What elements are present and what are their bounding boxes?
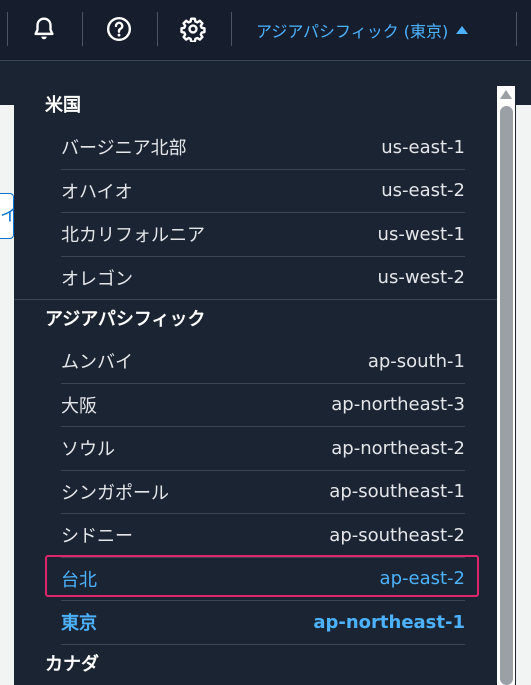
scrollbar-thumb[interactable] <box>500 106 513 685</box>
region-name: シドニー <box>61 526 133 548</box>
region-name: ソウル <box>61 439 115 461</box>
page-background-right <box>516 105 531 685</box>
region-group-heading: カナダ <box>45 653 99 675</box>
region-option[interactable]: シドニー ap-southeast-2 <box>61 514 465 558</box>
caret-up-icon <box>456 26 469 34</box>
region-code: us-west-1 <box>377 223 465 245</box>
region-code: us-east-1 <box>381 136 465 158</box>
region-selector-button[interactable]: アジアパシフィック (東京) <box>256 17 469 43</box>
region-name: オレゴン <box>61 268 133 290</box>
region-group-heading: アジアパシフィック <box>14 299 497 340</box>
region-code: ap-southeast-1 <box>329 481 465 503</box>
region-group-heading: 米国 <box>45 95 81 116</box>
region-option-selected[interactable]: 東京 ap-northeast-1 <box>61 601 465 645</box>
divider <box>82 12 83 46</box>
region-code: us-east-2 <box>381 180 465 202</box>
region-name: オハイオ <box>61 181 133 203</box>
region-name: バージニア北部 <box>61 138 187 160</box>
partial-page-link[interactable]: イ <box>0 193 14 239</box>
region-name: 大阪 <box>61 395 97 417</box>
region-option[interactable]: 北カリフォルニア us-west-1 <box>61 213 465 257</box>
region-selector-label: アジアパシフィック (東京) <box>256 22 449 41</box>
top-navigation-bar: アジアパシフィック (東京) <box>0 0 531 61</box>
divider <box>7 12 8 46</box>
divider <box>231 12 232 46</box>
region-name: 台北 <box>61 569 97 591</box>
region-name: 東京 <box>61 613 97 635</box>
region-code: ap-northeast-2 <box>331 437 465 459</box>
scroll-up-arrow-icon[interactable] <box>500 90 512 99</box>
region-option[interactable]: 大阪 ap-northeast-3 <box>61 384 465 427</box>
region-code: ap-east-2 <box>379 568 465 590</box>
region-code: ap-northeast-3 <box>331 394 465 416</box>
page-background-left <box>0 105 14 685</box>
region-code: ap-south-1 <box>367 350 465 372</box>
region-name: ムンバイ <box>61 352 133 374</box>
region-option[interactable]: オレゴン us-west-2 <box>61 257 465 300</box>
divider <box>516 12 517 46</box>
region-option[interactable]: バージニア北部 us-east-1 <box>61 126 465 170</box>
region-code: ap-southeast-2 <box>329 524 465 546</box>
divider <box>157 12 158 46</box>
region-list: 米国 バージニア北部 us-east-1 オハイオ us-east-2 北カリフ… <box>14 86 497 685</box>
region-dropdown-menu: 米国 バージニア北部 us-east-1 オハイオ us-east-2 北カリフ… <box>14 62 516 685</box>
region-code: us-west-2 <box>377 267 465 289</box>
help-icon[interactable] <box>102 12 136 46</box>
gear-icon[interactable] <box>176 12 210 46</box>
region-option[interactable]: ムンバイ ap-south-1 <box>61 340 465 384</box>
region-option-highlighted[interactable]: 台北 ap-east-2 <box>61 558 465 601</box>
region-name: シンガポール <box>61 482 169 504</box>
region-option[interactable]: ソウル ap-northeast-2 <box>61 427 465 471</box>
region-code: ap-northeast-1 <box>313 611 465 633</box>
region-option[interactable]: オハイオ us-east-2 <box>61 170 465 213</box>
bell-icon[interactable] <box>27 12 61 46</box>
region-name: 北カリフォルニア <box>61 225 205 247</box>
region-option[interactable]: シンガポール ap-southeast-1 <box>61 471 465 514</box>
